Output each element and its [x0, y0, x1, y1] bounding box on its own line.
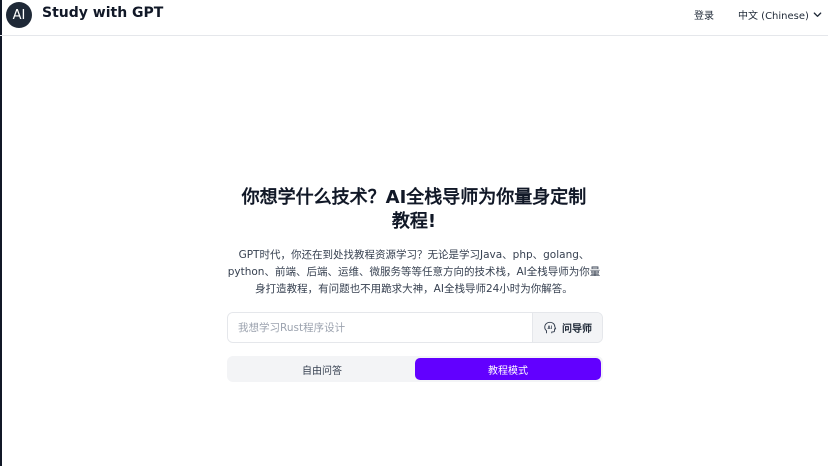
- left-border: [0, 0, 2, 466]
- topic-input[interactable]: [228, 313, 532, 342]
- svg-text:AI: AI: [548, 324, 553, 329]
- hero-title-line: 你想学什么技术？AI全栈导师为你量身定制: [241, 187, 587, 208]
- mode-switcher: 自由问答 教程模式: [227, 356, 603, 382]
- brand-name[interactable]: Study with GPT: [42, 5, 163, 21]
- hero-title: 你想学什么技术？AI全栈导师为你量身定制 教程!: [214, 186, 614, 234]
- ask-tutor-button[interactable]: AI 问导师: [532, 313, 602, 342]
- login-link[interactable]: 登录: [694, 7, 714, 22]
- app-logo[interactable]: AI: [6, 2, 32, 28]
- hero-description: GPT时代，你还在到处找教程资源学习？无论是学习Java、php、golang、…: [224, 247, 604, 298]
- hero-description-line: 身打造教程，有问题也不用跪求大神，AI全栈导师24小时为你解答。: [255, 283, 573, 295]
- hero-description-line: python、前端、后端、运维、微服务等等任意方向的技术栈，AI全栈导师为你量: [227, 266, 601, 278]
- search-box: AI 问导师: [227, 312, 603, 343]
- language-selector[interactable]: 中文 (Chinese): [738, 7, 822, 22]
- hero-title-line: 教程!: [391, 211, 437, 232]
- ai-head-icon: AI: [544, 321, 557, 333]
- mode-tutorial[interactable]: 教程模式: [415, 358, 601, 380]
- ask-tutor-label: 问导师: [562, 324, 592, 335]
- mode-free-qa[interactable]: 自由问答: [229, 358, 415, 380]
- chevron-down-icon: [813, 12, 822, 17]
- top-header: AI Study with GPT 登录 中文 (Chinese): [0, 0, 828, 36]
- hero-description-line: GPT时代，你还在到处找教程资源学习？无论是学习Java、php、golang、: [238, 249, 590, 261]
- language-label: 中文 (Chinese): [738, 11, 809, 22]
